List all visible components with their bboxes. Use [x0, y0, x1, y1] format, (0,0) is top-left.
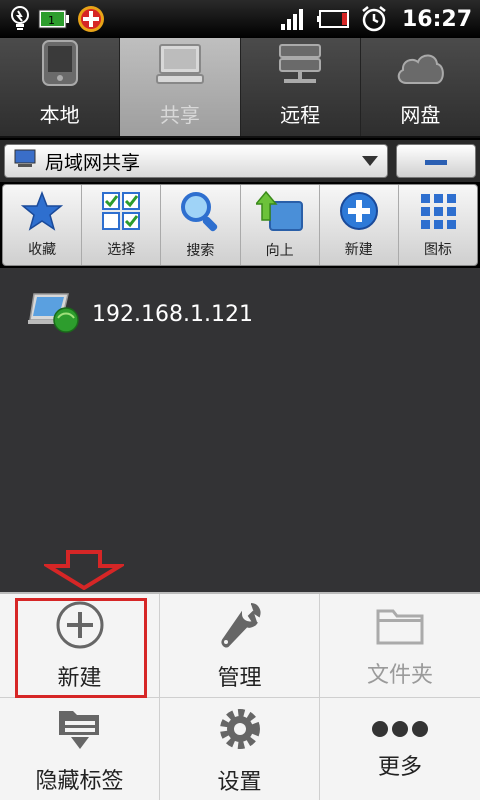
- list-item[interactable]: 192.168.1.121: [28, 290, 253, 338]
- file-list: 192.168.1.121: [0, 268, 480, 592]
- toolbar-up-button[interactable]: 向上: [241, 185, 320, 265]
- menu-folder-button[interactable]: 文件夹: [320, 594, 480, 698]
- collapse-button[interactable]: [396, 144, 476, 178]
- location-tabs: 本地 共享 远程 网盘: [0, 38, 480, 138]
- arrow-down-icon: [40, 550, 128, 594]
- menu-label: 新建: [57, 665, 102, 691]
- toolbar-favorites-button[interactable]: 收藏: [3, 185, 83, 265]
- toolbar-view-button[interactable]: 图标: [399, 185, 477, 265]
- alarm-icon: [360, 5, 388, 33]
- path-text: 局域网共享: [45, 151, 141, 174]
- tablet-icon: [40, 39, 80, 91]
- tool-label: 选择: [107, 242, 136, 258]
- checkbox-grid-icon: [101, 191, 141, 235]
- signal-icon: [280, 7, 306, 31]
- toolbar-new-button[interactable]: 新建: [320, 185, 399, 265]
- menu-hide-tabs-button[interactable]: 隐藏标签: [0, 698, 160, 800]
- tool-label: 收藏: [28, 242, 57, 258]
- path-dropdown[interactable]: 局域网共享: [4, 144, 388, 178]
- star-icon: [20, 190, 64, 235]
- bulb-icon: [8, 5, 32, 33]
- menu-new-button[interactable]: 新建: [0, 594, 160, 698]
- more-dots-icon: [370, 719, 430, 743]
- magnifier-icon: [179, 190, 221, 236]
- toolbar-select-button[interactable]: 选择: [82, 185, 162, 265]
- gear-icon: [215, 704, 265, 758]
- status-clock: 16:27: [401, 6, 472, 32]
- up-folder-icon: [253, 190, 304, 236]
- tab-label: 远程: [280, 103, 321, 127]
- svg-text:1: 1: [48, 14, 55, 27]
- tab-label: 共享: [159, 103, 200, 127]
- minus-icon: [424, 152, 448, 171]
- tool-label: 图标: [423, 242, 452, 258]
- menu-label: 隐藏标签: [35, 768, 124, 794]
- tab-shared[interactable]: 共享: [120, 38, 241, 136]
- chevron-down-icon: [361, 150, 379, 172]
- menu-settings-button[interactable]: 设置: [160, 698, 320, 800]
- menu-more-button[interactable]: 更多: [320, 698, 480, 800]
- cloud-icon: [394, 47, 446, 91]
- tool-label: 搜索: [186, 243, 215, 259]
- tab-remote[interactable]: 远程: [241, 38, 361, 136]
- network-computer-icon: [28, 290, 80, 338]
- menu-label: 设置: [217, 769, 262, 795]
- tab-label: 本地: [39, 103, 80, 127]
- app-badge-icon: [76, 4, 106, 34]
- monitor-icon: [155, 43, 204, 91]
- server-icon: [276, 43, 324, 91]
- grid-icon: [418, 191, 458, 235]
- menu-label: 文件夹: [366, 662, 433, 688]
- monitor-icon: [13, 149, 37, 174]
- tab-label: 网盘: [400, 103, 441, 127]
- tool-label: 向上: [265, 243, 294, 259]
- toolbar-search-button[interactable]: 搜索: [161, 185, 241, 265]
- hide-tabs-icon: [55, 705, 105, 757]
- battery-low-icon: [316, 8, 350, 30]
- tab-local[interactable]: 本地: [0, 38, 121, 136]
- battery-charge-icon: 1: [38, 8, 70, 30]
- menu-manage-button[interactable]: 管理: [160, 594, 320, 698]
- file-name: 192.168.1.121: [92, 301, 253, 327]
- wrench-icon: [215, 600, 265, 654]
- options-menu: 新建 管理 文件夹 隐藏标签 设置 更多: [0, 592, 480, 800]
- tool-label: 新建: [344, 242, 373, 258]
- plus-circle-icon: [55, 600, 105, 654]
- status-bar: 1 16:27: [0, 0, 480, 38]
- menu-label: 更多: [377, 754, 422, 780]
- tab-netdisk[interactable]: 网盘: [361, 38, 480, 136]
- address-row: 局域网共享: [0, 140, 480, 182]
- folder-icon: [375, 603, 425, 651]
- menu-label: 管理: [217, 665, 262, 691]
- toolbar: 收藏 选择 搜索 向上 新建 图标: [2, 184, 478, 266]
- plus-circle-icon: [339, 191, 379, 235]
